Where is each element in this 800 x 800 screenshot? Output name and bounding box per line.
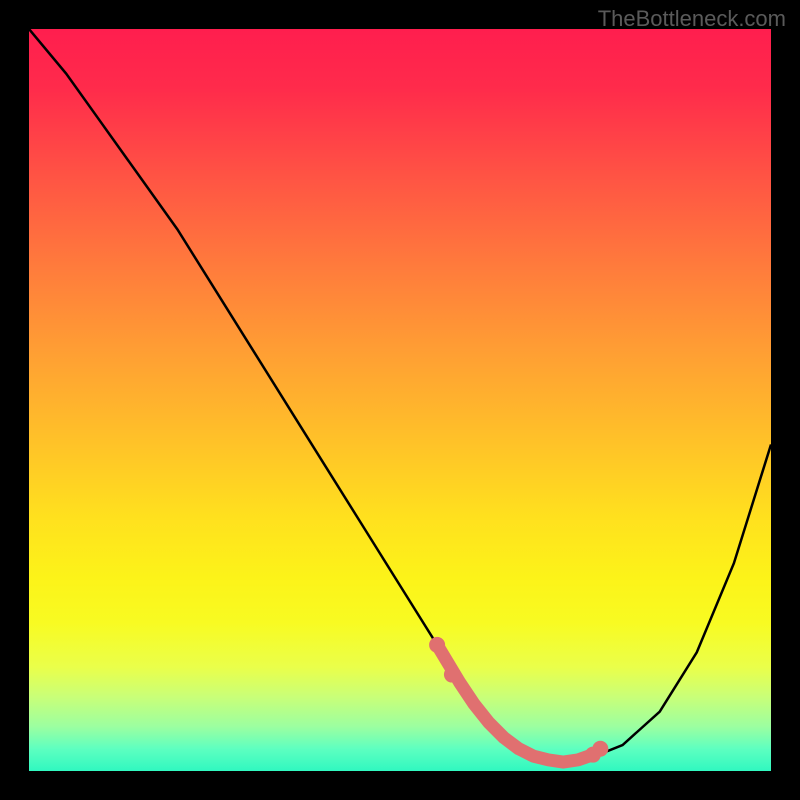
highlight-dot <box>592 741 608 757</box>
highlight-dot <box>444 667 460 683</box>
bottleneck-curve <box>29 29 771 762</box>
highlight-dot <box>429 637 445 653</box>
highlight-segment <box>437 645 593 762</box>
watermark-text: TheBottleneck.com <box>598 6 786 32</box>
plot-area <box>29 29 771 771</box>
curve-svg <box>29 29 771 771</box>
